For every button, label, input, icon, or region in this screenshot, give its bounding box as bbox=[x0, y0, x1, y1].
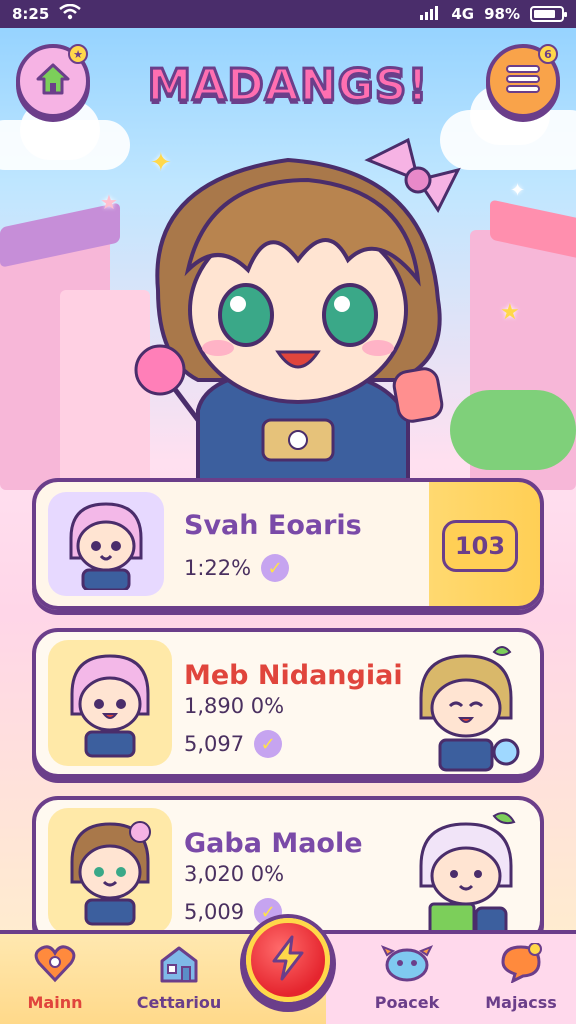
score-badge: 103 bbox=[442, 520, 518, 572]
player-name: Meb Nidangiai bbox=[184, 660, 403, 691]
wifi-icon bbox=[59, 3, 82, 24]
game-title: MADANGS! bbox=[146, 58, 429, 112]
battery-icon bbox=[530, 6, 567, 22]
player-card[interactable]: Meb Nidangiai 1,890 0% 5,097 ✓ bbox=[32, 628, 544, 778]
player-card[interactable]: Svah Eoaris 1:22% ✓ 103 bbox=[32, 478, 544, 610]
signal-icon bbox=[419, 4, 441, 24]
nav-label: Majacss bbox=[485, 993, 557, 1012]
nav-item-messages[interactable]: Majacss bbox=[466, 930, 576, 1024]
player-name: Svah Eoaris bbox=[184, 510, 362, 541]
nav-item-center[interactable]: Cettariou bbox=[124, 930, 234, 1024]
player-stat: 1:22% ✓ bbox=[184, 554, 290, 582]
network-type: 4G bbox=[451, 5, 475, 23]
home-icon bbox=[33, 59, 73, 103]
player-avatar bbox=[48, 492, 164, 596]
menu-button[interactable]: 6 bbox=[486, 44, 560, 118]
lightning-icon bbox=[268, 935, 308, 985]
house-icon bbox=[158, 945, 200, 987]
status-bar: 8:25 4G 98% bbox=[0, 0, 576, 28]
menu-badge: 6 bbox=[538, 44, 558, 64]
nav-item-pocket[interactable]: Poacek bbox=[352, 930, 462, 1024]
creature-icon bbox=[380, 943, 434, 987]
battery-label: 98% bbox=[484, 5, 520, 23]
check-icon: ✓ bbox=[254, 730, 283, 758]
player-stat-value: 5,097 bbox=[184, 732, 245, 756]
player-avatar bbox=[48, 808, 172, 934]
star-badge-icon: ★ bbox=[68, 44, 88, 64]
menu-icon bbox=[504, 63, 542, 99]
chat-icon bbox=[499, 942, 543, 987]
companion-character bbox=[406, 642, 526, 772]
check-icon: ✓ bbox=[261, 554, 290, 582]
sparkle-icon: ✦ bbox=[510, 180, 526, 201]
player-stat: 3,020 0% bbox=[184, 862, 285, 886]
nav-item-main[interactable]: Mainn bbox=[0, 930, 110, 1024]
hero-character bbox=[118, 120, 478, 482]
companion-character bbox=[406, 810, 526, 940]
player-stat: 1,890 0% bbox=[184, 694, 285, 718]
play-button[interactable] bbox=[246, 918, 330, 1002]
home-button[interactable]: ★ bbox=[16, 44, 90, 118]
nav-label: Mainn bbox=[27, 993, 83, 1012]
player-stat-value: 1:22% bbox=[184, 556, 252, 580]
player-stat-value: 5,009 bbox=[184, 900, 245, 924]
player-name: Gaba Maole bbox=[184, 828, 363, 859]
sparkle-icon: ★ bbox=[100, 190, 118, 214]
status-time: 8:25 bbox=[12, 5, 50, 23]
heart-icon bbox=[34, 945, 76, 987]
player-stat-secondary: 5,009 ✓ bbox=[184, 898, 283, 926]
nav-label: Poacek bbox=[374, 993, 440, 1012]
player-stat-secondary: 5,097 ✓ bbox=[184, 730, 283, 758]
player-avatar bbox=[48, 640, 172, 766]
sparkle-icon: ★ bbox=[500, 300, 520, 325]
nav-label: Cettariou bbox=[136, 993, 222, 1012]
